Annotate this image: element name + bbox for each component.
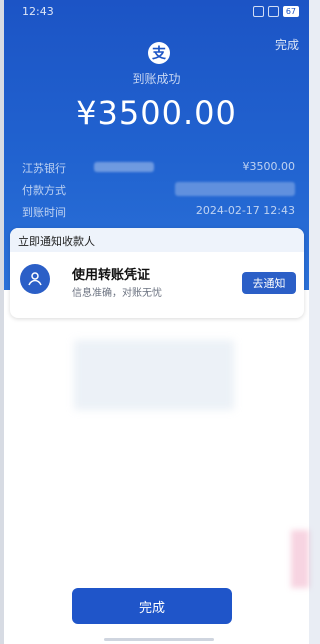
decorative-spot xyxy=(291,530,309,588)
status-icons: 67 xyxy=(252,6,299,17)
wifi-icon xyxy=(267,6,279,17)
notify-button[interactable]: 去通知 xyxy=(242,272,296,294)
notify-card: 立即通知收款人 使用转账凭证 信息准确，对账无忧 去通知 xyxy=(10,228,304,318)
redacted-account xyxy=(94,162,154,172)
done-button[interactable]: 完成 xyxy=(72,588,232,624)
status-bar: 12:43 67 xyxy=(4,0,309,26)
detail-label: 付款方式 xyxy=(22,184,66,197)
detail-value: ¥3500.00 xyxy=(242,160,296,173)
signal-icon xyxy=(252,6,264,17)
amount-text: ¥3500.00 xyxy=(76,94,237,132)
status-time: 12:43 xyxy=(22,5,54,18)
blurred-content xyxy=(74,340,234,410)
notify-card-title: 使用转账凭证 xyxy=(72,268,151,283)
app-screen: 12:43 67 完成 支 到账成功 ¥3500.00 江苏银行 ¥3500.0… xyxy=(0,0,309,644)
detail-row-bank: 江苏银行 ¥3500.00 xyxy=(22,160,295,178)
notify-card-body: 使用转账凭证 信息准确，对账无忧 去通知 xyxy=(10,252,304,318)
done-link[interactable]: 完成 xyxy=(275,36,299,53)
detail-row-time: 到账时间 2024-02-17 12:43 xyxy=(22,204,295,222)
battery-icon: 67 xyxy=(282,6,299,17)
detail-value: 2024-02-17 12:43 xyxy=(195,204,295,217)
detail-row-payment: 付款方式 xyxy=(22,182,295,200)
detail-label: 到账时间 xyxy=(22,206,66,219)
success-title: 到账成功 xyxy=(132,72,181,86)
detail-label: 江苏银行 xyxy=(22,162,66,175)
user-icon xyxy=(20,264,50,294)
redacted-payment-method xyxy=(175,182,295,196)
alipay-logo-icon: 支 xyxy=(148,42,170,64)
notify-card-header-title: 立即通知收款人 xyxy=(18,235,95,248)
home-indicator xyxy=(104,638,214,641)
notify-card-header: 立即通知收款人 xyxy=(10,228,304,252)
notify-card-subtitle: 信息准确，对账无忧 xyxy=(72,288,162,299)
